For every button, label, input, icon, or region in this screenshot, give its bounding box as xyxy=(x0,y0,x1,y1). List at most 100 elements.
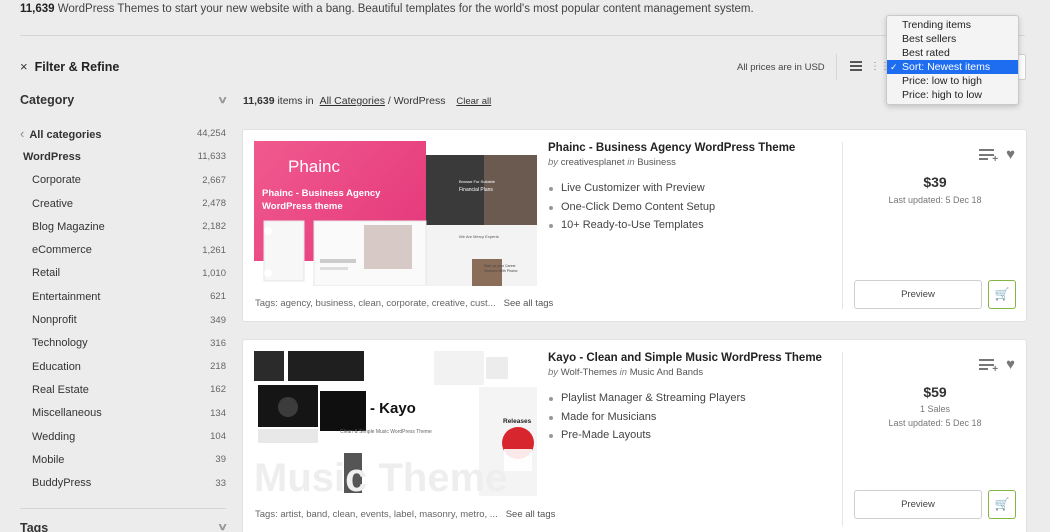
clear-all-link[interactable]: Clear all xyxy=(456,96,491,107)
close-icon[interactable]: × xyxy=(20,59,28,74)
sidebar-item-miscellaneous[interactable]: Miscellaneous 134 xyxy=(20,402,226,425)
tags-title: Tags xyxy=(20,520,49,532)
sidebar-item-blog-magazine[interactable]: Blog Magazine 2,182 xyxy=(20,215,226,238)
thumb-caption-4: Start up your Career xyxy=(484,264,517,268)
sidebar-item-label: WordPress xyxy=(23,150,81,163)
product-info: Kayo - Clean and Simple Music WordPress … xyxy=(548,352,838,448)
sidebar-item-entertainment[interactable]: Entertainment 621 xyxy=(20,285,226,308)
product-thumbnail[interactable]: Music Theme - Kayo Clean & Simple Music … xyxy=(254,351,537,496)
sidebar-item-wordpress[interactable]: WordPress 11,633 xyxy=(20,145,226,168)
sales-count: 1 Sales xyxy=(919,404,951,414)
product-card: Music Theme - Kayo Clean & Simple Music … xyxy=(242,339,1027,532)
sort-option-trending[interactable]: Trending items xyxy=(887,18,1018,32)
product-actions: ♥ xyxy=(979,357,1015,375)
thumb-caption-1: Browse For Suitable xyxy=(459,179,496,184)
add-to-collection-icon[interactable] xyxy=(979,149,998,165)
sidebar-item-count: 316 xyxy=(210,337,226,349)
chevron-down-icon[interactable]: ∨ xyxy=(217,522,228,532)
sort-option-newest[interactable]: ✓ Sort: Newest items xyxy=(887,60,1018,74)
sidebar-item-label: Creative xyxy=(32,197,73,210)
kayo-preview-image: Music Theme - Kayo Clean & Simple Music … xyxy=(254,351,537,496)
sort-option-best-rated[interactable]: Best rated xyxy=(887,46,1018,60)
grid-view-icon[interactable]: ⋮⋮⋮ xyxy=(870,61,900,72)
divider xyxy=(836,54,837,80)
tags-header[interactable]: Tags ∨ xyxy=(20,520,228,532)
tags-text: Tags: artist, band, clean, events, label… xyxy=(255,509,498,520)
checkmark-icon: ✓ xyxy=(890,62,898,72)
product-byline: by Wolf-Themes in Music And Bands xyxy=(548,367,838,378)
breadcrumb-all-categories[interactable]: All Categories xyxy=(320,95,385,107)
sidebar-item-label: Nonprofit xyxy=(32,314,77,327)
sidebar-item-count: 1,010 xyxy=(202,267,226,279)
sidebar-item-label: Technology xyxy=(32,337,88,350)
sidebar-item-count: 39 xyxy=(215,454,226,466)
results-count: 11,639 xyxy=(243,95,275,107)
category-link[interactable]: Music And Bands xyxy=(630,367,703,378)
author-link[interactable]: creativesplanet xyxy=(561,157,625,168)
sidebar-item-all-categories[interactable]: All categories 44,254 xyxy=(20,122,226,145)
sidebar-item-technology[interactable]: Technology 316 xyxy=(20,332,226,355)
add-to-collection-icon[interactable] xyxy=(979,359,998,375)
sort-option-price-high-low[interactable]: Price: high to low xyxy=(887,88,1018,102)
see-all-tags-link[interactable]: See all tags xyxy=(506,509,556,520)
sidebar: Category ∨ All categories 44,254 WordPres… xyxy=(20,92,228,532)
sidebar-item-mobile[interactable]: Mobile 39 xyxy=(20,448,226,471)
byline-by: by xyxy=(548,367,559,378)
sidebar-item-ecommerce[interactable]: eCommerce 1,261 xyxy=(20,238,226,261)
sidebar-item-count: 2,182 xyxy=(202,221,226,233)
product-title[interactable]: Phainc - Business Agency WordPress Theme xyxy=(548,142,838,154)
thumb-releases: Releases xyxy=(503,418,532,425)
chevron-down-icon[interactable]: ∨ xyxy=(217,95,228,106)
thumb-caption-2: Financial Plans xyxy=(459,187,493,193)
feature-list: Live Customizer with Preview One-Click D… xyxy=(548,182,838,238)
cart-icon: 🛒 xyxy=(994,287,1010,301)
sidebar-item-label: Wedding xyxy=(32,430,76,443)
preview-button[interactable]: Preview xyxy=(854,280,982,309)
sidebar-item-retail[interactable]: Retail 1,010 xyxy=(20,262,226,285)
sidebar-item-real-estate[interactable]: Real Estate 162 xyxy=(20,378,226,401)
sidebar-item-count: 134 xyxy=(210,407,226,419)
sidebar-item-count: 162 xyxy=(210,384,226,396)
results-summary: 11,639 items in All Categories / WordPre… xyxy=(243,95,491,107)
product-byline: by creativesplanet in Business xyxy=(548,157,838,168)
author-link[interactable]: Wolf-Themes xyxy=(561,367,617,378)
thumb-brand: Phainc xyxy=(288,157,340,176)
heart-icon[interactable]: ♥ xyxy=(1006,147,1015,162)
category-link[interactable]: Business xyxy=(637,157,676,168)
sidebar-item-creative[interactable]: Creative 2,478 xyxy=(20,192,226,215)
sidebar-item-label: Real Estate xyxy=(32,383,89,396)
sidebar-item-label: Miscellaneous xyxy=(32,407,102,420)
product-title[interactable]: Kayo - Clean and Simple Music WordPress … xyxy=(548,352,838,364)
sidebar-item-label: Mobile xyxy=(32,453,65,466)
sidebar-item-education[interactable]: Education 218 xyxy=(20,355,226,378)
tags-text: Tags: agency, business, clean, corporate… xyxy=(255,298,496,309)
sidebar-item-nonprofit[interactable]: Nonprofit 349 xyxy=(20,308,226,331)
filter-title: Filter & Refine xyxy=(34,59,120,74)
add-to-cart-button[interactable]: 🛒 xyxy=(988,490,1016,519)
category-list: All categories 44,254 WordPress 11,633 Cor… xyxy=(20,122,226,495)
see-all-tags-link[interactable]: See all tags xyxy=(504,298,554,309)
sidebar-item-wedding[interactable]: Wedding 104 xyxy=(20,425,226,448)
sidebar-item-count: 2,478 xyxy=(202,198,226,210)
filter-refine-toggle[interactable]: × Filter & Refine xyxy=(20,59,119,74)
add-to-cart-button[interactable]: 🛒 xyxy=(988,280,1016,309)
heart-icon[interactable]: ♥ xyxy=(1006,357,1015,372)
theme-count: 11,639 xyxy=(20,3,55,15)
sidebar-item-label: eCommerce xyxy=(32,244,92,257)
sort-option-best-sellers[interactable]: Best sellers xyxy=(887,32,1018,46)
sidebar-item-corporate[interactable]: Corporate 2,667 xyxy=(20,169,226,192)
product-info: Phainc - Business Agency WordPress Theme… xyxy=(548,142,838,238)
thumb-brand: - Kayo xyxy=(370,400,416,417)
thumb-sub: WordPress theme xyxy=(262,201,343,212)
category-header[interactable]: Category ∨ xyxy=(20,92,228,108)
list-view-icon[interactable] xyxy=(850,61,862,72)
preview-button[interactable]: Preview xyxy=(854,490,982,519)
sidebar-item-count: 2,667 xyxy=(202,174,226,186)
sidebar-item-buddypress[interactable]: BuddyPress 33 xyxy=(20,471,226,494)
product-thumbnail[interactable]: Phainc Phainc - Business Agency WordPres… xyxy=(254,141,537,286)
sidebar-item-label: Entertainment xyxy=(32,290,101,303)
sort-option-price-low-high[interactable]: Price: low to high xyxy=(887,74,1018,88)
sidebar-item-label: Education xyxy=(32,360,81,373)
feature-item: Live Customizer with Preview xyxy=(548,182,838,201)
sidebar-item-count: 33 xyxy=(215,477,226,489)
